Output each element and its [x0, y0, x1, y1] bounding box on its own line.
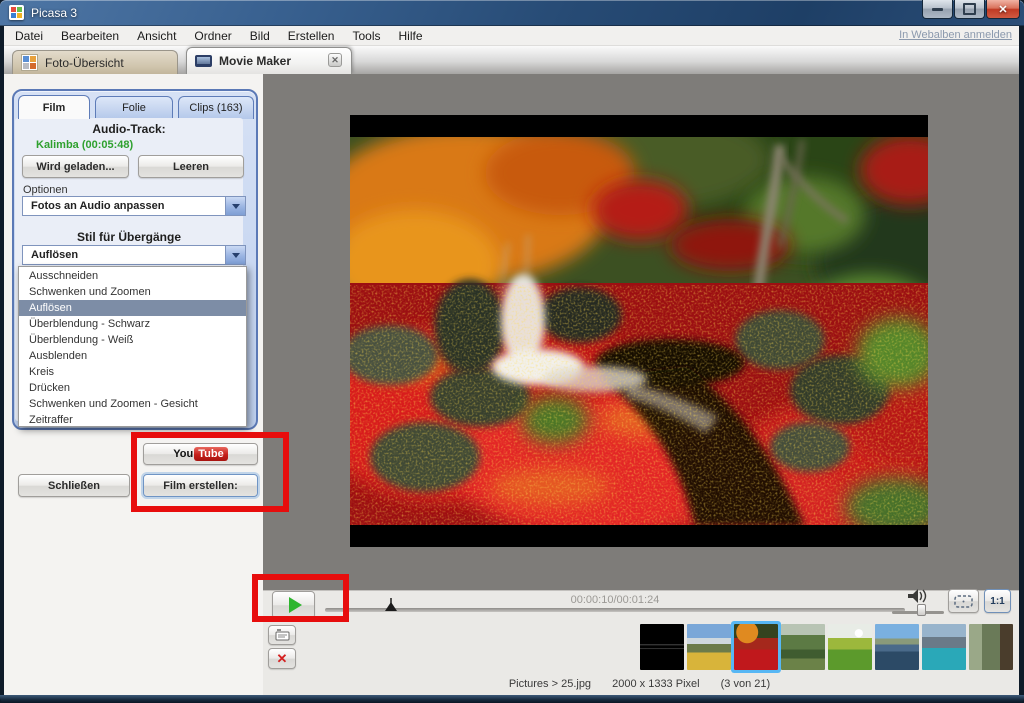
filmstrip-thumbnail-red-autumn-creek-selected[interactable]: [734, 624, 778, 670]
panel-tab-film[interactable]: Film: [18, 95, 90, 119]
timeline-position-marker[interactable]: [384, 598, 398, 612]
panel-tab-clips[interactable]: Clips (163): [178, 96, 254, 119]
menu-item-ordner[interactable]: Ordner: [185, 29, 240, 43]
status-image-size: 2000 x 1333 Pixel: [612, 678, 699, 690]
list-item[interactable]: Schwenken und Zoomen - Gesicht: [19, 396, 246, 412]
volume-slider-thumb[interactable]: [917, 604, 926, 616]
chevron-down-icon[interactable]: [225, 246, 245, 264]
fit-to-window-button[interactable]: [948, 589, 979, 613]
actual-size-button[interactable]: 1:1: [984, 589, 1011, 613]
audio-clear-button[interactable]: Leeren: [138, 155, 244, 178]
menu-item-hilfe[interactable]: Hilfe: [390, 29, 432, 43]
list-item[interactable]: Kreis: [19, 364, 246, 380]
status-position-counter: (3 von 21): [721, 678, 771, 690]
chevron-down-icon[interactable]: [225, 197, 245, 215]
tab-movie-maker[interactable]: Movie Maker ✕: [186, 47, 352, 74]
filmstrip-thumbnail-autumn-mountains[interactable]: [687, 624, 731, 670]
youtube-logo-tube: Tube: [194, 447, 227, 461]
transition-style-heading: Stil für Übergänge: [15, 230, 243, 244]
list-item[interactable]: Überblendung - Weiß: [19, 332, 246, 348]
close-button[interactable]: ✕: [986, 0, 1020, 19]
autumn-creek-photo: [350, 115, 928, 547]
maximize-button[interactable]: [954, 0, 985, 19]
menu-item-bearbeiten[interactable]: Bearbeiten: [52, 29, 128, 43]
panel-tab-folie[interactable]: Folie: [95, 96, 173, 119]
web-albums-signin-link[interactable]: In Webalben anmelden: [899, 29, 1012, 41]
close-panel-button[interactable]: Schließen: [18, 474, 130, 497]
text-slide-icon: [275, 629, 290, 641]
transition-dropdown[interactable]: Auflösen: [22, 245, 246, 265]
options-label: Optionen: [23, 184, 68, 196]
list-item[interactable]: Ausschneiden: [19, 268, 246, 284]
picasa-logo-icon: [9, 5, 24, 20]
minimize-button[interactable]: [922, 0, 953, 19]
movie-preview-frame: [350, 115, 928, 547]
youtube-upload-button[interactable]: You Tube: [143, 443, 258, 465]
menu-item-bild[interactable]: Bild: [241, 29, 279, 43]
add-text-slide-button[interactable]: [268, 625, 296, 645]
window-bottom-frame: [0, 695, 1024, 703]
tab-movie-maker-label: Movie Maker: [219, 54, 291, 68]
tab-library-label: Foto-Übersicht: [45, 56, 124, 70]
filmstrip-thumbnail-turquoise-lake[interactable]: [922, 624, 966, 670]
list-item[interactable]: Zeitraffer: [19, 412, 246, 428]
audio-track-heading: Audio-Track:: [15, 122, 243, 136]
close-icon: ✕: [998, 3, 1007, 16]
timeline-track[interactable]: [325, 608, 905, 612]
tab-photo-library[interactable]: Foto-Übersicht: [12, 50, 178, 74]
list-item[interactable]: Ausblenden: [19, 348, 246, 364]
status-bar: Pictures > 25.jpg 2000 x 1333 Pixel (3 v…: [263, 678, 1016, 690]
youtube-logo-you: You: [173, 448, 193, 460]
movie-maker-icon: [195, 55, 212, 67]
create-movie-button[interactable]: Film erstellen:: [143, 474, 258, 497]
play-button[interactable]: [272, 591, 315, 619]
status-file-path: Pictures > 25.jpg: [509, 678, 591, 690]
maximize-icon: [963, 3, 976, 15]
list-item[interactable]: Drücken: [19, 380, 246, 396]
transition-dropdown-value: Auflösen: [23, 249, 225, 261]
options-dropdown[interactable]: Fotos an Audio anpassen: [22, 196, 246, 216]
library-grid-icon: [21, 54, 38, 71]
time-display: 00:00:10/00:01:24: [325, 594, 905, 606]
remove-item-button[interactable]: ✕: [268, 648, 296, 669]
title-bar: Picasa 3 ✕: [0, 0, 1024, 26]
list-item-selected[interactable]: Auflösen: [19, 300, 246, 316]
audio-load-button[interactable]: Wird geladen...: [22, 155, 129, 178]
options-dropdown-value: Fotos an Audio anpassen: [23, 200, 225, 212]
menu-item-ansicht[interactable]: Ansicht: [128, 29, 185, 43]
menu-item-erstellen[interactable]: Erstellen: [279, 29, 344, 43]
transition-options-list: Ausschneiden Schwenken und Zoomen Auflös…: [18, 266, 247, 427]
list-item[interactable]: Schwenken und Zoomen: [19, 284, 246, 300]
menu-bar: Datei Bearbeiten Ansicht Ordner Bild Ers…: [4, 26, 1019, 46]
menu-item-datei[interactable]: Datei: [4, 29, 52, 43]
minimize-icon: [932, 8, 943, 11]
audio-track-name: Kalimba (00:05:48): [36, 139, 133, 151]
fit-screen-icon: [954, 595, 973, 608]
filmstrip-thumbnail-garden-steps[interactable]: [969, 624, 1013, 670]
filmstrip-thumbnail-title-slide[interactable]: [640, 624, 684, 670]
workspace-tab-strip: Foto-Übersicht Movie Maker ✕: [4, 46, 1019, 74]
filmstrip-thumbnail-grass-hill[interactable]: [828, 624, 872, 670]
list-item[interactable]: Überblendung - Schwarz: [19, 316, 246, 332]
tab-close-icon[interactable]: ✕: [328, 53, 342, 67]
window-title: Picasa 3: [31, 6, 77, 20]
menu-item-tools[interactable]: Tools: [343, 29, 389, 43]
play-icon: [289, 597, 302, 613]
filmstrip-thumbnail-green-valley[interactable]: [781, 624, 825, 670]
filmstrip-thumbnail-mountain-lake[interactable]: [875, 624, 919, 670]
